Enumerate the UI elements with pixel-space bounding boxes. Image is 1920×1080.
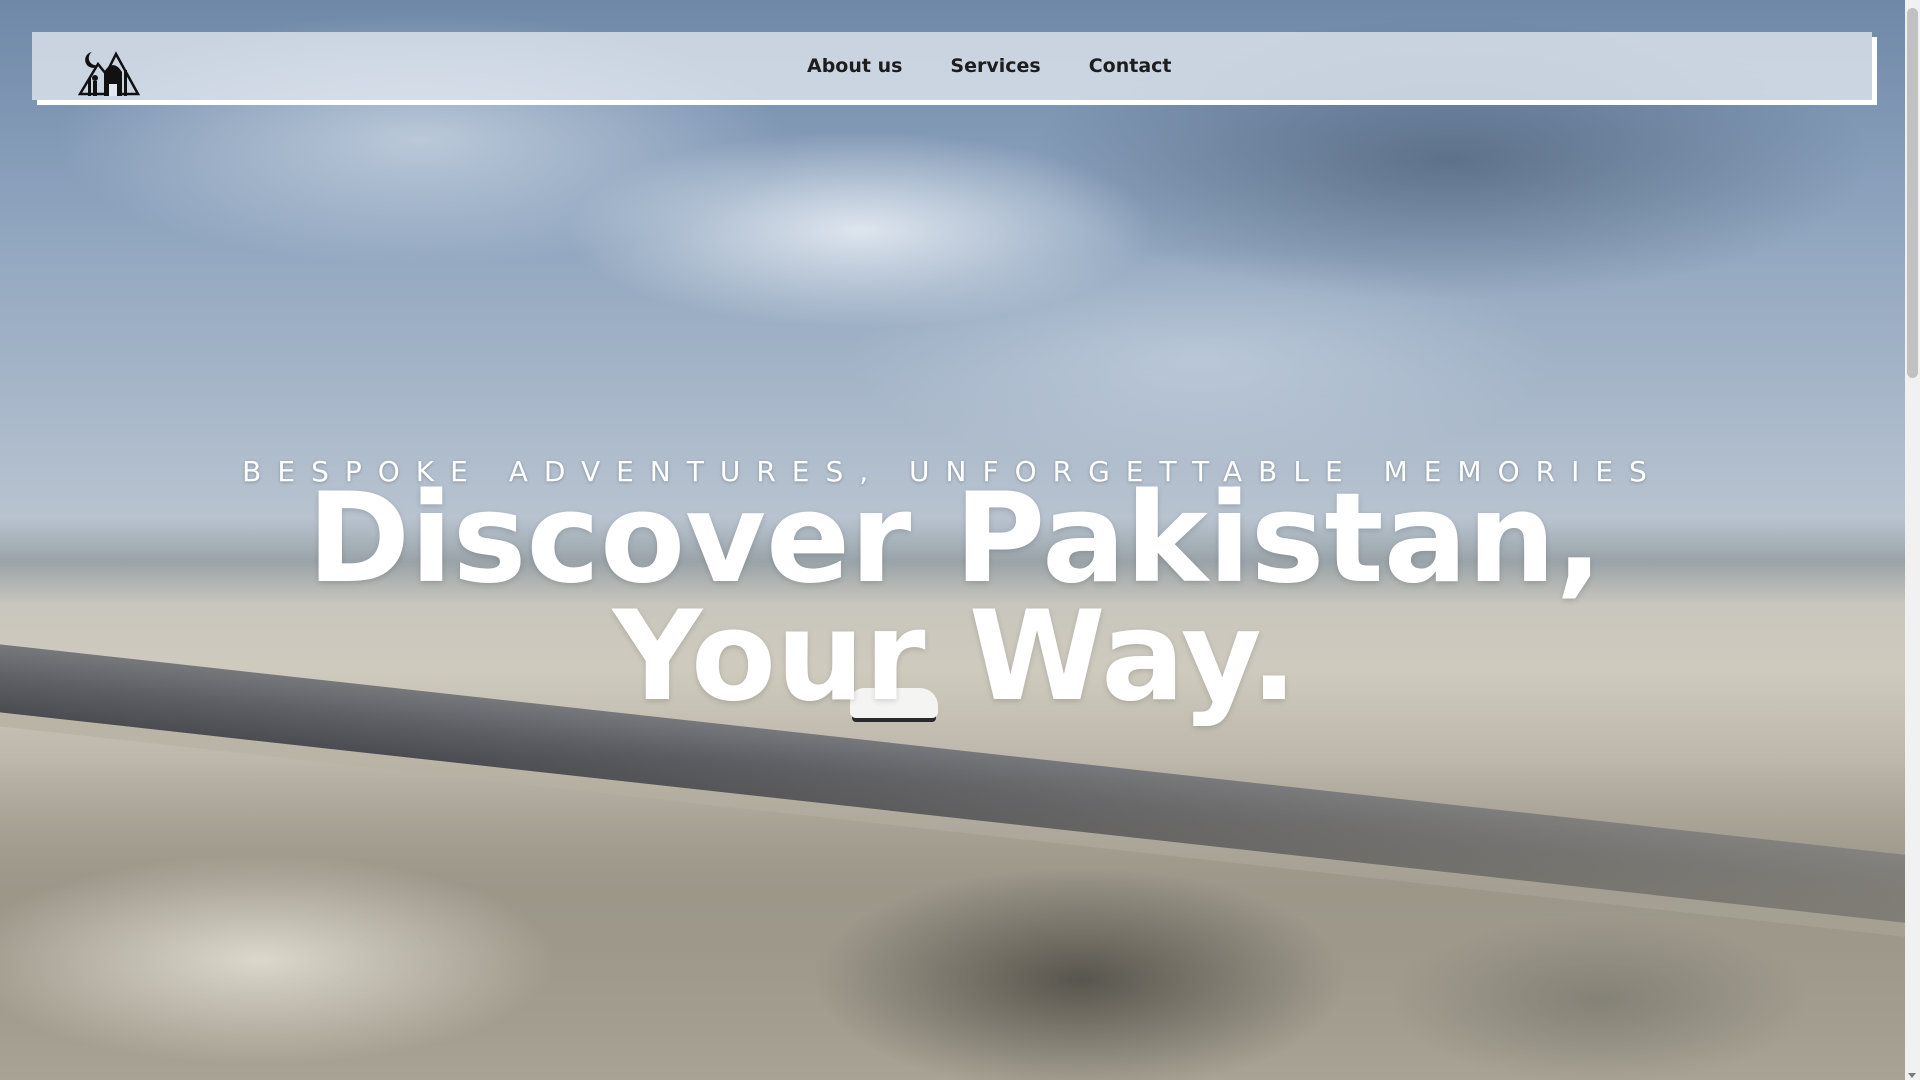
- dunes: [0, 760, 1905, 1080]
- scrollbar-thumb[interactable]: [1907, 8, 1918, 378]
- page-scrollbar[interactable]: [1905, 0, 1920, 1080]
- navbar: About us Services Contact: [32, 32, 1872, 100]
- main-nav: About us Services Contact: [807, 32, 1172, 100]
- scroll-down-arrow-icon[interactable]: [1908, 1073, 1916, 1078]
- nav-services[interactable]: Services: [950, 55, 1040, 77]
- page: About us Services Contact BESPOKE ADVENT…: [0, 0, 1920, 1080]
- site-logo[interactable]: [77, 42, 141, 98]
- mountain-mosque-logo-icon: [77, 51, 141, 96]
- nav-about-us[interactable]: About us: [807, 55, 902, 77]
- hero-headline: Discover Pakistan, Your Way.: [307, 467, 1603, 729]
- nav-contact[interactable]: Contact: [1089, 55, 1172, 77]
